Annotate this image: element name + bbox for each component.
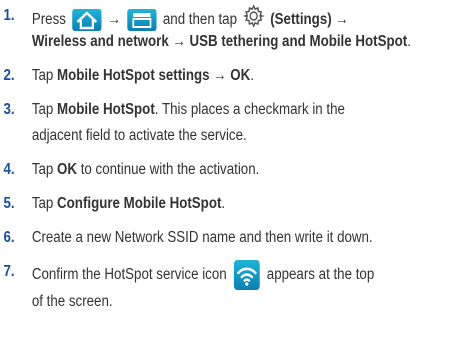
step-number: 4. xyxy=(3,161,15,178)
step-text: Create a new Network SSID name and then … xyxy=(31,229,373,246)
step-bold-text: Mobile HotSpot xyxy=(57,101,155,118)
step-body: of the screen. xyxy=(32,290,466,314)
step-text: Tap xyxy=(31,195,54,212)
step-text: . This places a checkmark in the xyxy=(154,101,345,118)
step-body: Tap OK to continue with the activation. xyxy=(32,158,466,182)
step-number: 3. xyxy=(3,101,15,118)
step-bold-text: Mobile HotSpot settings → OK xyxy=(57,67,251,84)
step-text: Press xyxy=(31,11,66,29)
step-number: 5. xyxy=(3,195,15,212)
step-bold-text: OK xyxy=(57,161,78,178)
menu-icon xyxy=(127,9,157,31)
step-body: Tap Mobile HotSpot. This places a checkm… xyxy=(32,98,466,122)
step-text: . xyxy=(221,195,226,212)
step-body: adjacent field to activate the service. xyxy=(32,124,466,148)
step-text: . xyxy=(250,67,255,84)
step-text: appears at the top xyxy=(266,266,375,284)
step-text: Tap xyxy=(31,101,54,118)
step-text: Tap xyxy=(31,161,54,178)
step-number: 7. xyxy=(3,263,15,280)
home-icon xyxy=(72,9,102,31)
step-bold-text: Configure Mobile HotSpot xyxy=(57,195,222,212)
step-number: 6. xyxy=(3,229,15,246)
step-text: Tap xyxy=(31,67,54,84)
step-body: Wireless and network → USB tethering and… xyxy=(32,30,466,54)
arrow: → xyxy=(107,11,122,29)
arrow: → xyxy=(335,11,349,29)
step-body: Tap Configure Mobile HotSpot. xyxy=(32,192,466,216)
step-text: adjacent field to activate the service. xyxy=(31,127,247,144)
step-text: to continue with the activation. xyxy=(80,161,260,178)
step-number: 2. xyxy=(3,67,15,84)
step-text: Confirm the HotSpot service icon xyxy=(31,266,227,284)
step-text: of the screen. xyxy=(31,293,113,310)
wifi-hotspot-icon xyxy=(233,260,260,290)
step-number: 1. xyxy=(3,7,15,24)
step-body: Confirm the HotSpot service icon appears… xyxy=(32,260,466,290)
settings-label: (Settings) xyxy=(270,11,332,29)
step-bold-text: Wireless and network → USB tethering and… xyxy=(31,33,408,50)
step-text: and then tap xyxy=(162,11,237,29)
step-text: . xyxy=(407,33,411,50)
step-body: Create a new Network SSID name and then … xyxy=(32,226,466,250)
step-body: Tap Mobile HotSpot settings → OK. xyxy=(32,64,466,88)
